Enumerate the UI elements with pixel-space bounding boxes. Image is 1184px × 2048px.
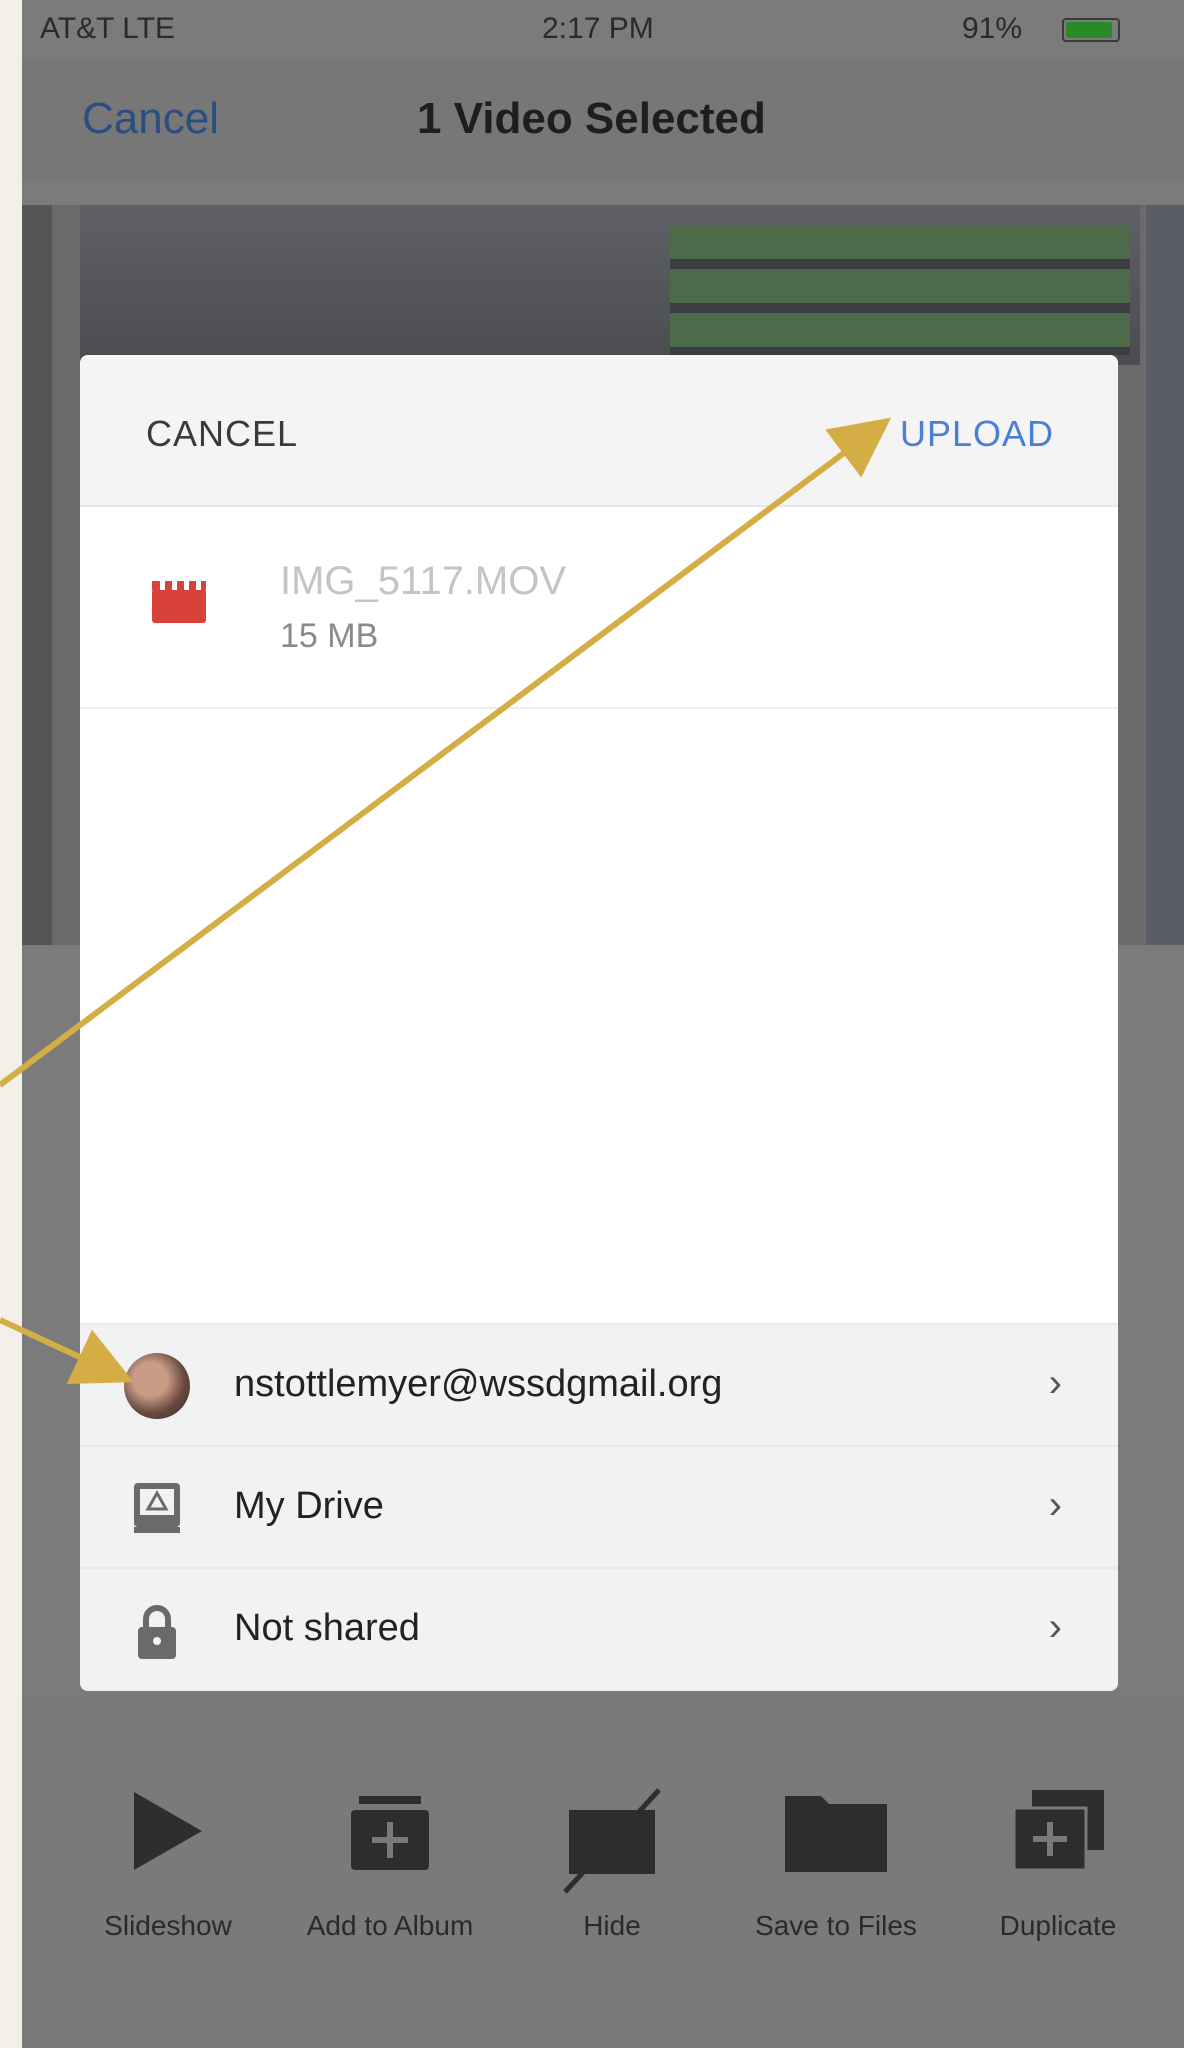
file-name: IMG_5117.MOV — [280, 559, 567, 603]
battery-percent: 91% — [962, 12, 1023, 45]
drive-upload-sheet: CANCEL UPLOAD IMG_5117.MOV 15 MB nstottl… — [80, 355, 1118, 1691]
share-toolbar: Slideshow Add to Album Hide Save to File… — [22, 1690, 1184, 2048]
drive-icon — [124, 1475, 190, 1541]
thumbnail-right[interactable] — [1146, 205, 1184, 945]
add-to-album-action[interactable]: Add to Album — [290, 1690, 490, 1942]
add-to-album-label: Add to Album — [306, 1910, 474, 1941]
upload-button[interactable]: UPLOAD — [900, 413, 1054, 455]
account-avatar — [124, 1353, 190, 1419]
sheet-header: CANCEL UPLOAD — [80, 355, 1118, 507]
chevron-right-icon: › — [1048, 1605, 1062, 1649]
status-time: 2:17 PM — [542, 12, 654, 45]
file-size: 15 MB — [280, 617, 379, 655]
hide-label: Hide — [583, 1910, 641, 1941]
file-row: IMG_5117.MOV 15 MB — [80, 507, 1118, 709]
account-email: nstottlemyer@wssdgmail.org — [234, 1363, 723, 1405]
folder-row[interactable]: My Drive › — [80, 1445, 1118, 1569]
folder-icon — [781, 1786, 891, 1876]
nav-cancel-button[interactable]: Cancel — [82, 94, 219, 144]
save-to-files-label: Save to Files — [755, 1910, 917, 1941]
slideshow-action[interactable]: Slideshow — [68, 1690, 268, 1942]
thumbnail-rack-image — [670, 225, 1130, 355]
chevron-right-icon: › — [1048, 1483, 1062, 1527]
duplicate-action[interactable]: Duplicate — [958, 1690, 1158, 1942]
add-album-icon — [335, 1786, 445, 1876]
battery-icon — [1062, 18, 1120, 42]
status-bar: AT&T LTE 2:17 PM 91% — [22, 0, 1184, 60]
hide-icon — [557, 1786, 667, 1894]
slideshow-label: Slideshow — [104, 1910, 232, 1941]
nav-bar: Cancel 1 Video Selected — [22, 60, 1184, 180]
sharing-label: Not shared — [234, 1607, 420, 1649]
duplicate-label: Duplicate — [999, 1910, 1117, 1941]
thumbnail-left[interactable] — [22, 205, 52, 945]
save-to-files-action[interactable]: Save to Files — [736, 1690, 936, 1942]
folder-label: My Drive — [234, 1485, 384, 1527]
account-row[interactable]: nstottlemyer@wssdgmail.org › — [80, 1323, 1118, 1447]
carrier-label: AT&T LTE — [40, 12, 176, 45]
nav-title: 1 Video Selected — [417, 94, 766, 143]
duplicate-icon — [1003, 1786, 1113, 1876]
sheet-cancel-button[interactable]: CANCEL — [146, 413, 298, 455]
hide-action[interactable]: Hide — [512, 1690, 712, 1942]
screenshot-stage: AT&T LTE 2:17 PM 91% Cancel 1 Video Sele… — [0, 0, 1184, 2048]
sharing-row[interactable]: Not shared › — [80, 1567, 1118, 1691]
video-clapper-icon — [150, 577, 208, 625]
play-icon — [113, 1786, 223, 1876]
lock-icon — [124, 1597, 190, 1663]
chevron-right-icon: › — [1048, 1361, 1062, 1405]
thumbnail-selected[interactable] — [80, 205, 1140, 365]
